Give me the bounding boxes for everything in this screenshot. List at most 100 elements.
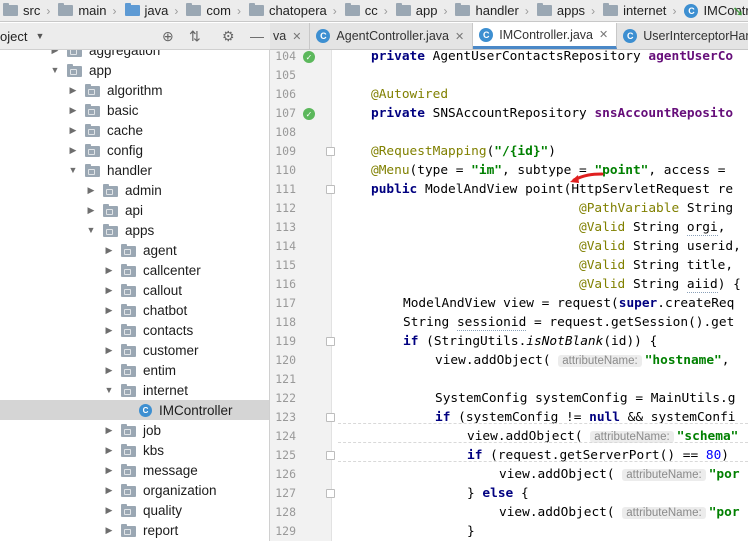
expand-arrow-icon[interactable]: ▶	[104, 265, 114, 276]
navigate-to-bean-icon[interactable]: ✓	[303, 108, 315, 120]
expand-arrow-icon[interactable]: ▶	[104, 365, 114, 376]
expand-arrow-icon[interactable]: ▶	[104, 485, 114, 496]
breadcrumb-item-java[interactable]: java ›	[122, 0, 184, 21]
tree-item-handler[interactable]: ▼ handler	[0, 160, 269, 180]
tree-item-chatbot[interactable]: ▶ chatbot	[0, 300, 269, 320]
code-line: 109 @RequestMapping("/{id}")	[275, 144, 556, 159]
tree-item-contacts[interactable]: ▶ contacts	[0, 320, 269, 340]
tree-item-aggregation[interactable]: ▶aggregation	[0, 50, 269, 60]
collapse-arrow-icon[interactable]: ▼	[68, 165, 78, 175]
expand-arrow-icon[interactable]: ▶	[104, 525, 114, 536]
code-line: 117 ModelAndView view = request(super.cre…	[275, 296, 735, 311]
tree-item-basic[interactable]: ▶ basic	[0, 100, 269, 120]
hide-panel-icon[interactable]: —	[250, 28, 264, 44]
breadcrumb-item-cc[interactable]: cc ›	[342, 0, 393, 21]
breadcrumb-item-handler[interactable]: handler ›	[452, 0, 533, 21]
expand-arrow-icon[interactable]: ▶	[68, 85, 78, 96]
fold-marker-icon[interactable]	[326, 413, 335, 422]
tree-item-app[interactable]: ▼ app	[0, 60, 269, 80]
code-line: 126 view.addObject( attributeName: "por	[275, 467, 740, 482]
tree-item-job[interactable]: ▶ job	[0, 420, 269, 440]
tab-partial[interactable]: va ✕	[270, 23, 311, 49]
close-icon[interactable]: ✕	[292, 30, 301, 43]
tree-item-apps[interactable]: ▼ apps	[0, 220, 269, 240]
breadcrumb-item-main[interactable]: main ›	[55, 0, 121, 21]
tree-item-internet[interactable]: ▼ internet	[0, 380, 269, 400]
tree-item-message[interactable]: ▶ message	[0, 460, 269, 480]
gear-icon[interactable]: ⚙	[222, 28, 235, 45]
expand-arrow-icon[interactable]: ▶	[50, 50, 60, 56]
tree-item-callout[interactable]: ▶ callout	[0, 280, 269, 300]
tab-imcontroller[interactable]: C IMController.java ✕	[473, 23, 618, 49]
breadcrumb-item-apps[interactable]: apps ›	[534, 0, 600, 21]
class-icon: C	[479, 27, 494, 42]
expand-arrow-icon[interactable]: ▶	[104, 245, 114, 256]
expand-arrow-icon[interactable]: ▶	[86, 205, 96, 216]
expand-arrow-icon[interactable]: ▶	[104, 465, 114, 476]
folder-icon	[121, 483, 136, 497]
fold-marker-icon[interactable]	[326, 185, 335, 194]
folder-icon	[248, 3, 264, 16]
navigate-back-icon[interactable]: ➘	[732, 3, 744, 20]
code-line: 107 ✓ private SNSAccountRepository snsAcco…	[275, 106, 734, 121]
collapse-arrow-icon[interactable]: ▼	[104, 385, 114, 395]
breadcrumb-item-app[interactable]: app ›	[393, 0, 453, 21]
project-panel-header: oject ▼ ⊕ ⇅ ⚙ —	[0, 23, 270, 50]
locate-target-icon[interactable]: ⊕	[162, 28, 174, 45]
expand-arrow-icon[interactable]: ▶	[104, 345, 114, 356]
navigate-to-bean-icon[interactable]: ✓	[303, 51, 315, 63]
code-line: 129}	[275, 524, 475, 539]
collapse-arrow-icon[interactable]: ▼	[86, 225, 96, 235]
code-line: 120 view.addObject( attributeName: "hostna…	[275, 353, 730, 368]
folder-icon	[103, 183, 118, 197]
project-view-selector[interactable]: oject	[0, 29, 27, 44]
tree-item-kbs[interactable]: ▶ kbs	[0, 440, 269, 460]
breadcrumb-item-internet[interactable]: internet ›	[600, 0, 681, 21]
folder-icon	[67, 50, 82, 57]
expand-arrow-icon[interactable]: ▶	[104, 285, 114, 296]
expand-arrow-icon[interactable]: ▶	[104, 325, 114, 336]
code-editor[interactable]: 104 ✓ private AgentUserContactsRepository …	[270, 50, 748, 541]
expand-arrow-icon[interactable]: ▶	[68, 105, 78, 116]
tree-item-agent[interactable]: ▶ agent	[0, 240, 269, 260]
expand-arrow-icon[interactable]: ▶	[68, 145, 78, 156]
tree-item-report[interactable]: ▶ report	[0, 520, 269, 540]
code-line: 121	[275, 372, 296, 386]
close-icon[interactable]: ✕	[599, 28, 608, 41]
tab-agentcontroller[interactable]: C AgentController.java ✕	[310, 23, 474, 49]
expand-arrow-icon[interactable]: ▶	[68, 125, 78, 136]
tree-item-config[interactable]: ▶ config	[0, 140, 269, 160]
folder-icon	[85, 123, 100, 137]
tree-item-quality[interactable]: ▶ quality	[0, 500, 269, 520]
dropdown-caret-icon[interactable]: ▼	[35, 31, 44, 41]
editor-tab-bar: va ✕ C AgentController.java ✕ C IMController…	[270, 23, 748, 50]
collapse-arrow-icon[interactable]: ▼	[50, 65, 60, 75]
fold-marker-icon[interactable]	[326, 337, 335, 346]
breadcrumb-item-src[interactable]: src ›	[0, 0, 55, 21]
fold-marker-icon[interactable]	[326, 147, 335, 156]
close-icon[interactable]: ✕	[455, 30, 464, 43]
folder-icon	[121, 303, 136, 317]
tree-item-customer[interactable]: ▶ customer	[0, 340, 269, 360]
expand-arrow-icon[interactable]: ▶	[104, 305, 114, 316]
tab-userinterceptorhandler[interactable]: CUserInterceptorHandler.java	[617, 23, 748, 49]
fold-marker-icon[interactable]	[326, 451, 335, 460]
folder-icon	[121, 363, 136, 377]
tree-item-organization[interactable]: ▶ organization	[0, 480, 269, 500]
expand-arrow-icon[interactable]: ▶	[104, 445, 114, 456]
tree-item-imcontroller[interactable]: C IMController	[0, 400, 269, 420]
tree-item-entim[interactable]: ▶ entim	[0, 360, 269, 380]
collapse-all-icon[interactable]: ⇅	[189, 28, 201, 45]
chevron-right-icon: ›	[591, 3, 596, 18]
expand-arrow-icon[interactable]: ▶	[104, 505, 114, 516]
tree-item-algorithm[interactable]: ▶ algorithm	[0, 80, 269, 100]
expand-arrow-icon[interactable]: ▶	[86, 185, 96, 196]
breadcrumb-item-chatopera[interactable]: chatopera ›	[246, 0, 342, 21]
fold-marker-icon[interactable]	[326, 489, 335, 498]
tree-item-api[interactable]: ▶ api	[0, 200, 269, 220]
breadcrumb-item-com[interactable]: com ›	[183, 0, 246, 21]
tree-item-cache[interactable]: ▶ cache	[0, 120, 269, 140]
expand-arrow-icon[interactable]: ▶	[104, 425, 114, 436]
tree-item-admin[interactable]: ▶ admin	[0, 180, 269, 200]
tree-item-callcenter[interactable]: ▶ callcenter	[0, 260, 269, 280]
